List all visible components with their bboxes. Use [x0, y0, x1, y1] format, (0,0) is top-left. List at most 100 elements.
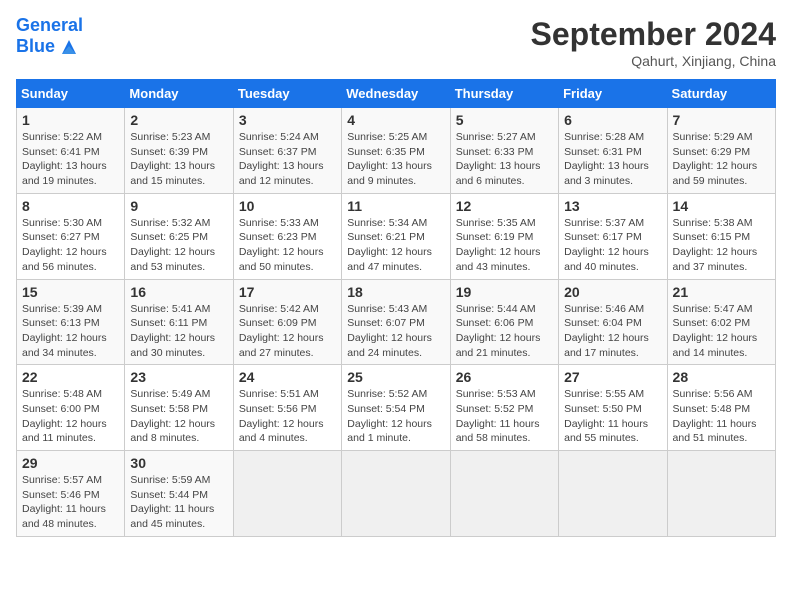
- calendar-cell: 23Sunrise: 5:49 AMSunset: 5:58 PMDayligh…: [125, 365, 233, 451]
- logo-icon: [58, 36, 80, 58]
- day-number: 19: [456, 284, 553, 300]
- location: Qahurt, Xinjiang, China: [531, 53, 776, 69]
- calendar-week-row: 22 Sunrise: 5:48 AMSunset: 6:00 PMDayligh…: [17, 365, 776, 451]
- day-detail: Sunrise: 5:42 AMSunset: 6:09 PMDaylight:…: [239, 302, 336, 361]
- calendar-cell: [559, 451, 667, 537]
- day-number: 25: [347, 369, 444, 385]
- day-detail: Sunrise: 5:27 AMSunset: 6:33 PMDaylight:…: [456, 130, 553, 189]
- calendar-cell: 5 Sunrise: 5:27 AMSunset: 6:33 PMDaylight…: [450, 108, 558, 194]
- header-sunday: Sunday: [17, 80, 125, 108]
- header-saturday: Saturday: [667, 80, 775, 108]
- logo-blue: Blue: [16, 37, 55, 57]
- day-detail: Sunrise: 5:34 AMSunset: 6:21 PMDaylight:…: [347, 216, 444, 275]
- day-number: 6: [564, 112, 661, 128]
- day-number: 9: [130, 198, 227, 214]
- day-number: 11: [347, 198, 444, 214]
- day-number: 17: [239, 284, 336, 300]
- logo-general: General: [16, 15, 83, 35]
- day-number: 10: [239, 198, 336, 214]
- header-thursday: Thursday: [450, 80, 558, 108]
- day-detail: Sunrise: 5:55 AMSunset: 5:50 PMDaylight:…: [564, 387, 661, 446]
- day-number: 21: [673, 284, 770, 300]
- day-number: 14: [673, 198, 770, 214]
- day-number: 26: [456, 369, 553, 385]
- day-number: 20: [564, 284, 661, 300]
- day-detail: Sunrise: 5:28 AMSunset: 6:31 PMDaylight:…: [564, 130, 661, 189]
- day-number: 28: [673, 369, 770, 385]
- day-detail: Sunrise: 5:39 AMSunset: 6:13 PMDaylight:…: [22, 302, 119, 361]
- calendar-cell: 4Sunrise: 5:25 AMSunset: 6:35 PMDaylight…: [342, 108, 450, 194]
- calendar-table: SundayMondayTuesdayWednesdayThursdayFrid…: [16, 79, 776, 537]
- day-detail: Sunrise: 5:38 AMSunset: 6:15 PMDaylight:…: [673, 216, 770, 275]
- day-number: 8: [22, 198, 119, 214]
- day-detail: Sunrise: 5:52 AMSunset: 5:54 PMDaylight:…: [347, 387, 444, 446]
- day-number: 7: [673, 112, 770, 128]
- day-detail: Sunrise: 5:30 AMSunset: 6:27 PMDaylight:…: [22, 216, 119, 275]
- header-wednesday: Wednesday: [342, 80, 450, 108]
- day-number: 1: [22, 112, 119, 128]
- title-block: September 2024 Qahurt, Xinjiang, China: [531, 16, 776, 69]
- day-number: 22: [22, 369, 119, 385]
- day-detail: Sunrise: 5:23 AMSunset: 6:39 PMDaylight:…: [130, 130, 227, 189]
- header-friday: Friday: [559, 80, 667, 108]
- calendar-cell: 1Sunrise: 5:22 AMSunset: 6:41 PMDaylight…: [17, 108, 125, 194]
- day-number: 5: [456, 112, 553, 128]
- day-detail: Sunrise: 5:32 AMSunset: 6:25 PMDaylight:…: [130, 216, 227, 275]
- calendar-cell: 19 Sunrise: 5:44 AMSunset: 6:06 PMDayligh…: [450, 279, 558, 365]
- calendar-cell: 27Sunrise: 5:55 AMSunset: 5:50 PMDayligh…: [559, 365, 667, 451]
- day-detail: Sunrise: 5:29 AMSunset: 6:29 PMDaylight:…: [673, 130, 770, 189]
- calendar-header-row: SundayMondayTuesdayWednesdayThursdayFrid…: [17, 80, 776, 108]
- calendar-cell: 24 Sunrise: 5:51 AMSunset: 5:56 PMDayligh…: [233, 365, 341, 451]
- calendar-cell: [233, 451, 341, 537]
- calendar-cell: 18Sunrise: 5:43 AMSunset: 6:07 PMDayligh…: [342, 279, 450, 365]
- calendar-cell: 29Sunrise: 5:57 AMSunset: 5:46 PMDayligh…: [17, 451, 125, 537]
- day-detail: Sunrise: 5:48 AMSunset: 6:00 PMDaylight:…: [22, 387, 119, 446]
- calendar-cell: 21Sunrise: 5:47 AMSunset: 6:02 PMDayligh…: [667, 279, 775, 365]
- calendar-cell: 17 Sunrise: 5:42 AMSunset: 6:09 PMDayligh…: [233, 279, 341, 365]
- day-number: 16: [130, 284, 227, 300]
- calendar-week-row: 8 Sunrise: 5:30 AMSunset: 6:27 PMDaylight…: [17, 193, 776, 279]
- calendar-cell: 15 Sunrise: 5:39 AMSunset: 6:13 PMDayligh…: [17, 279, 125, 365]
- day-number: 24: [239, 369, 336, 385]
- day-detail: Sunrise: 5:24 AMSunset: 6:37 PMDaylight:…: [239, 130, 336, 189]
- header-monday: Monday: [125, 80, 233, 108]
- calendar-cell: [667, 451, 775, 537]
- calendar-cell: 30Sunrise: 5:59 AMSunset: 5:44 PMDayligh…: [125, 451, 233, 537]
- calendar-cell: [342, 451, 450, 537]
- calendar-cell: 13Sunrise: 5:37 AMSunset: 6:17 PMDayligh…: [559, 193, 667, 279]
- day-number: 2: [130, 112, 227, 128]
- calendar-cell: 7 Sunrise: 5:29 AMSunset: 6:29 PMDaylight…: [667, 108, 775, 194]
- month-title: September 2024: [531, 16, 776, 53]
- calendar-cell: 20Sunrise: 5:46 AMSunset: 6:04 PMDayligh…: [559, 279, 667, 365]
- day-detail: Sunrise: 5:33 AMSunset: 6:23 PMDaylight:…: [239, 216, 336, 275]
- calendar-cell: 3 Sunrise: 5:24 AMSunset: 6:37 PMDaylight…: [233, 108, 341, 194]
- day-number: 29: [22, 455, 119, 471]
- day-number: 15: [22, 284, 119, 300]
- header-tuesday: Tuesday: [233, 80, 341, 108]
- calendar-cell: 10 Sunrise: 5:33 AMSunset: 6:23 PMDayligh…: [233, 193, 341, 279]
- calendar-week-row: 15 Sunrise: 5:39 AMSunset: 6:13 PMDayligh…: [17, 279, 776, 365]
- day-detail: Sunrise: 5:41 AMSunset: 6:11 PMDaylight:…: [130, 302, 227, 361]
- day-number: 30: [130, 455, 227, 471]
- day-detail: Sunrise: 5:56 AMSunset: 5:48 PMDaylight:…: [673, 387, 770, 446]
- day-number: 3: [239, 112, 336, 128]
- calendar-cell: 12 Sunrise: 5:35 AMSunset: 6:19 PMDayligh…: [450, 193, 558, 279]
- calendar-cell: 16 Sunrise: 5:41 AMSunset: 6:11 PMDayligh…: [125, 279, 233, 365]
- calendar-cell: 26 Sunrise: 5:53 AMSunset: 5:52 PMDayligh…: [450, 365, 558, 451]
- calendar-cell: 2 Sunrise: 5:23 AMSunset: 6:39 PMDaylight…: [125, 108, 233, 194]
- calendar-cell: 14 Sunrise: 5:38 AMSunset: 6:15 PMDayligh…: [667, 193, 775, 279]
- day-detail: Sunrise: 5:35 AMSunset: 6:19 PMDaylight:…: [456, 216, 553, 275]
- day-number: 23: [130, 369, 227, 385]
- day-detail: Sunrise: 5:53 AMSunset: 5:52 PMDaylight:…: [456, 387, 553, 446]
- day-number: 13: [564, 198, 661, 214]
- calendar-week-row: 29Sunrise: 5:57 AMSunset: 5:46 PMDayligh…: [17, 451, 776, 537]
- calendar-week-row: 1Sunrise: 5:22 AMSunset: 6:41 PMDaylight…: [17, 108, 776, 194]
- day-number: 12: [456, 198, 553, 214]
- day-detail: Sunrise: 5:51 AMSunset: 5:56 PMDaylight:…: [239, 387, 336, 446]
- day-detail: Sunrise: 5:44 AMSunset: 6:06 PMDaylight:…: [456, 302, 553, 361]
- day-number: 4: [347, 112, 444, 128]
- calendar-cell: 25 Sunrise: 5:52 AMSunset: 5:54 PMDayligh…: [342, 365, 450, 451]
- page-header: General Blue September 2024 Qahurt, Xinj…: [16, 16, 776, 69]
- day-number: 18: [347, 284, 444, 300]
- calendar-cell: 8 Sunrise: 5:30 AMSunset: 6:27 PMDaylight…: [17, 193, 125, 279]
